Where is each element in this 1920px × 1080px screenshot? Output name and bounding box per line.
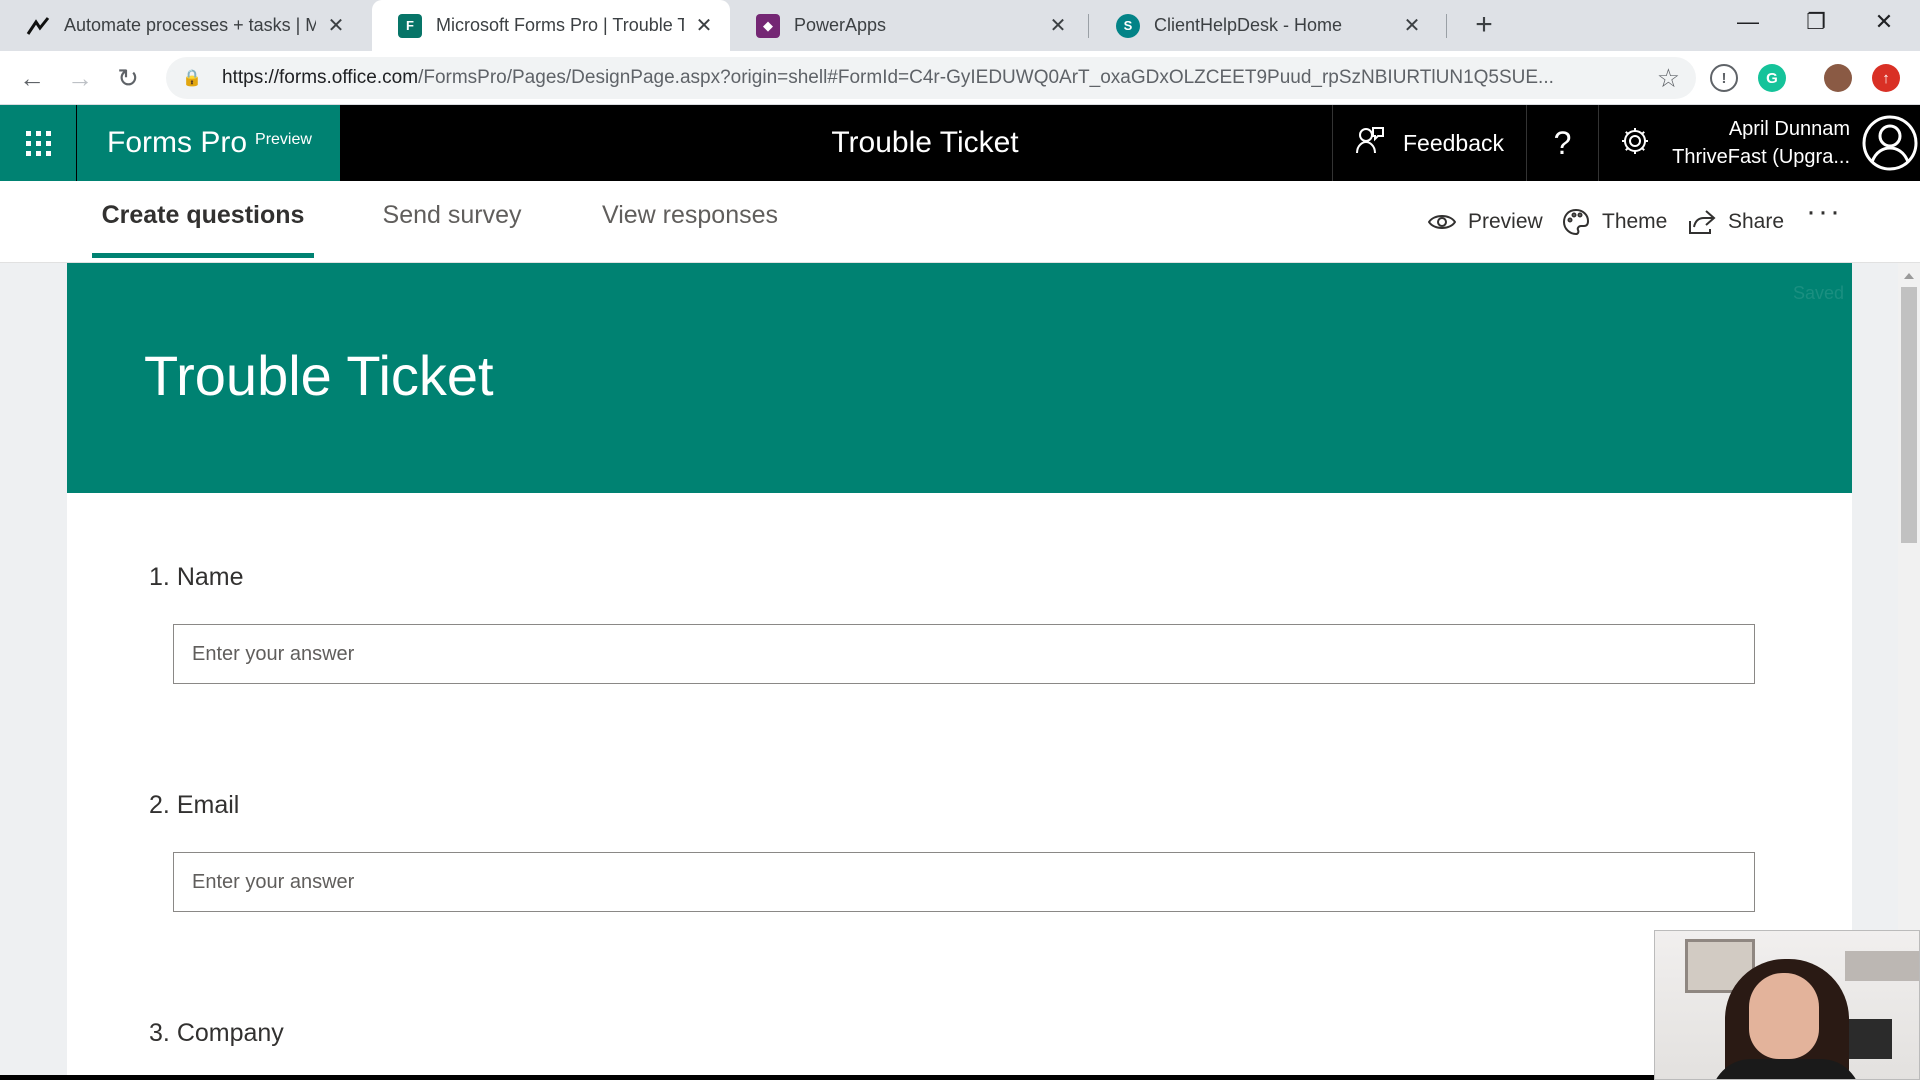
settings-button[interactable] — [1598, 105, 1670, 181]
tab-create-questions[interactable]: Create questions — [92, 181, 314, 263]
bookmark-star-icon[interactable]: ☆ — [1657, 63, 1680, 94]
more-options-icon[interactable]: ··· — [1806, 195, 1842, 229]
theme-button[interactable]: Theme — [1562, 205, 1667, 239]
tab-title: Microsoft Forms Pro | Trouble Tic — [436, 15, 684, 35]
url-text[interactable]: https://forms.office.com/FormsPro/Pages/… — [222, 67, 1642, 89]
question-label: Name — [176, 563, 244, 591]
reload-icon[interactable]: ↻ — [110, 61, 146, 97]
question-title[interactable]: 3. Company — [149, 1019, 284, 1048]
command-bar: Create questions Send survey View respon… — [0, 181, 1920, 263]
help-icon: ? — [1553, 124, 1572, 161]
answer-input[interactable]: Enter your answer — [173, 852, 1755, 912]
brand-name: Forms Pro — [107, 126, 248, 159]
answer-input[interactable]: Enter your answer — [173, 624, 1755, 684]
question-number: 2. — [149, 791, 170, 819]
question-title[interactable]: 2. Email — [149, 791, 239, 820]
forward-arrow-icon[interactable]: → — [62, 61, 98, 97]
user-org: ThriveFast (Upgra... — [1672, 146, 1850, 168]
close-tab-icon[interactable]: ✕ — [692, 13, 716, 38]
question-label: Company — [176, 1019, 284, 1047]
close-tab-icon[interactable]: ✕ — [1400, 13, 1424, 38]
user-name: April Dunnam — [1728, 118, 1850, 140]
back-arrow-icon[interactable]: ← — [14, 61, 50, 97]
cam-presenter-face — [1749, 973, 1819, 1059]
browser-tab-strip: Automate processes + tasks | Mi ✕ F Micr… — [0, 0, 1920, 51]
share-button[interactable]: Share — [1688, 205, 1784, 239]
extension-info-icon[interactable]: ! — [1710, 64, 1738, 92]
extension-update-icon[interactable]: ↑ — [1872, 64, 1900, 92]
form-title[interactable]: Trouble Ticket — [144, 343, 494, 408]
cam-presenter-body — [1711, 1059, 1861, 1079]
browser-tab-forms-pro[interactable]: F Microsoft Forms Pro | Trouble Tic ✕ — [372, 0, 730, 51]
brand[interactable]: Forms Pro Preview — [77, 105, 340, 181]
close-tab-icon[interactable]: ✕ — [324, 13, 348, 38]
question-number: 3. — [149, 1019, 170, 1047]
eye-icon — [1428, 212, 1456, 232]
cam-shelf — [1845, 951, 1919, 981]
question-number: 1. — [149, 563, 170, 591]
tab-title: Automate processes + tasks | Mi — [64, 15, 316, 35]
tab-title: PowerApps — [794, 15, 887, 35]
form-canvas: Saved Trouble Ticket 1. Name Enter your … — [0, 263, 1898, 1075]
minimize-icon[interactable]: — — [1714, 0, 1782, 44]
question-label: Email — [176, 791, 240, 819]
forms-icon: F — [398, 13, 422, 38]
powerapps-icon: ◆ — [756, 13, 780, 38]
preview-badge: Preview — [255, 131, 312, 148]
question-title[interactable]: 1. Name — [149, 563, 244, 592]
grammarly-icon[interactable]: G — [1758, 64, 1786, 92]
browser-tab-clienthelpdesk[interactable]: S ClientHelpDesk - Home ✕ — [1090, 0, 1438, 51]
gear-icon — [1620, 126, 1650, 161]
help-button[interactable]: ? — [1526, 105, 1598, 181]
sharepoint-icon: S — [1116, 13, 1140, 38]
url-host: https://forms.office.com — [222, 67, 419, 88]
webcam-overlay — [1654, 930, 1920, 1080]
tab-send-survey[interactable]: Send survey — [370, 181, 534, 263]
power-automate-icon — [26, 14, 50, 38]
browser-toolbar: ← → ↻ 🔒 https://forms.office.com/FormsPr… — [0, 51, 1920, 105]
new-tab-plus-icon[interactable]: + — [1466, 8, 1502, 44]
scrollbar-thumb[interactable] — [1901, 287, 1917, 543]
feedback-icon — [1355, 125, 1385, 161]
close-window-icon[interactable]: ✕ — [1850, 0, 1918, 44]
user-avatar-icon[interactable] — [1862, 115, 1918, 171]
tab-separator — [1446, 14, 1447, 38]
address-bar[interactable]: 🔒 https://forms.office.com/FormsPro/Page… — [166, 57, 1696, 99]
app-header: Forms Pro Preview Trouble Ticket Feedbac… — [0, 105, 1920, 181]
form-card: Saved Trouble Ticket 1. Name Enter your … — [67, 263, 1852, 1075]
feedback-label: Feedback — [1402, 129, 1504, 156]
share-icon — [1688, 209, 1716, 235]
preview-label: Preview — [1468, 210, 1543, 233]
tab-view-responses[interactable]: View responses — [598, 181, 782, 263]
bottom-edge — [0, 1075, 1920, 1080]
form-header-banner: Saved Trouble Ticket — [67, 263, 1852, 493]
tab-title: ClientHelpDesk - Home — [1154, 15, 1343, 35]
user-account[interactable]: April Dunnam ThriveFast (Upgra... — [1672, 115, 1850, 171]
browser-tab-powerapps[interactable]: ◆ PowerApps ✕ — [730, 0, 1084, 51]
scroll-up-arrow-icon[interactable] — [1904, 273, 1914, 279]
theme-label: Theme — [1602, 210, 1668, 233]
profile-avatar[interactable] — [1824, 64, 1852, 92]
tab-separator — [1088, 14, 1089, 38]
url-path: /FormsPro/Pages/DesignPage.aspx?origin=s… — [418, 67, 1554, 88]
preview-button[interactable]: Preview — [1428, 205, 1543, 239]
feedback-button[interactable]: Feedback — [1332, 105, 1526, 181]
app-launcher-icon[interactable] — [0, 105, 76, 181]
share-label: Share — [1728, 210, 1785, 233]
save-status: Saved — [1792, 283, 1844, 303]
palette-icon — [1562, 208, 1590, 236]
browser-tab-automate[interactable]: Automate processes + tasks | Mi ✕ — [0, 0, 362, 51]
restore-icon[interactable]: ❐ — [1782, 0, 1850, 44]
close-tab-icon[interactable]: ✕ — [1046, 13, 1070, 38]
lock-icon: 🔒 — [182, 70, 202, 87]
